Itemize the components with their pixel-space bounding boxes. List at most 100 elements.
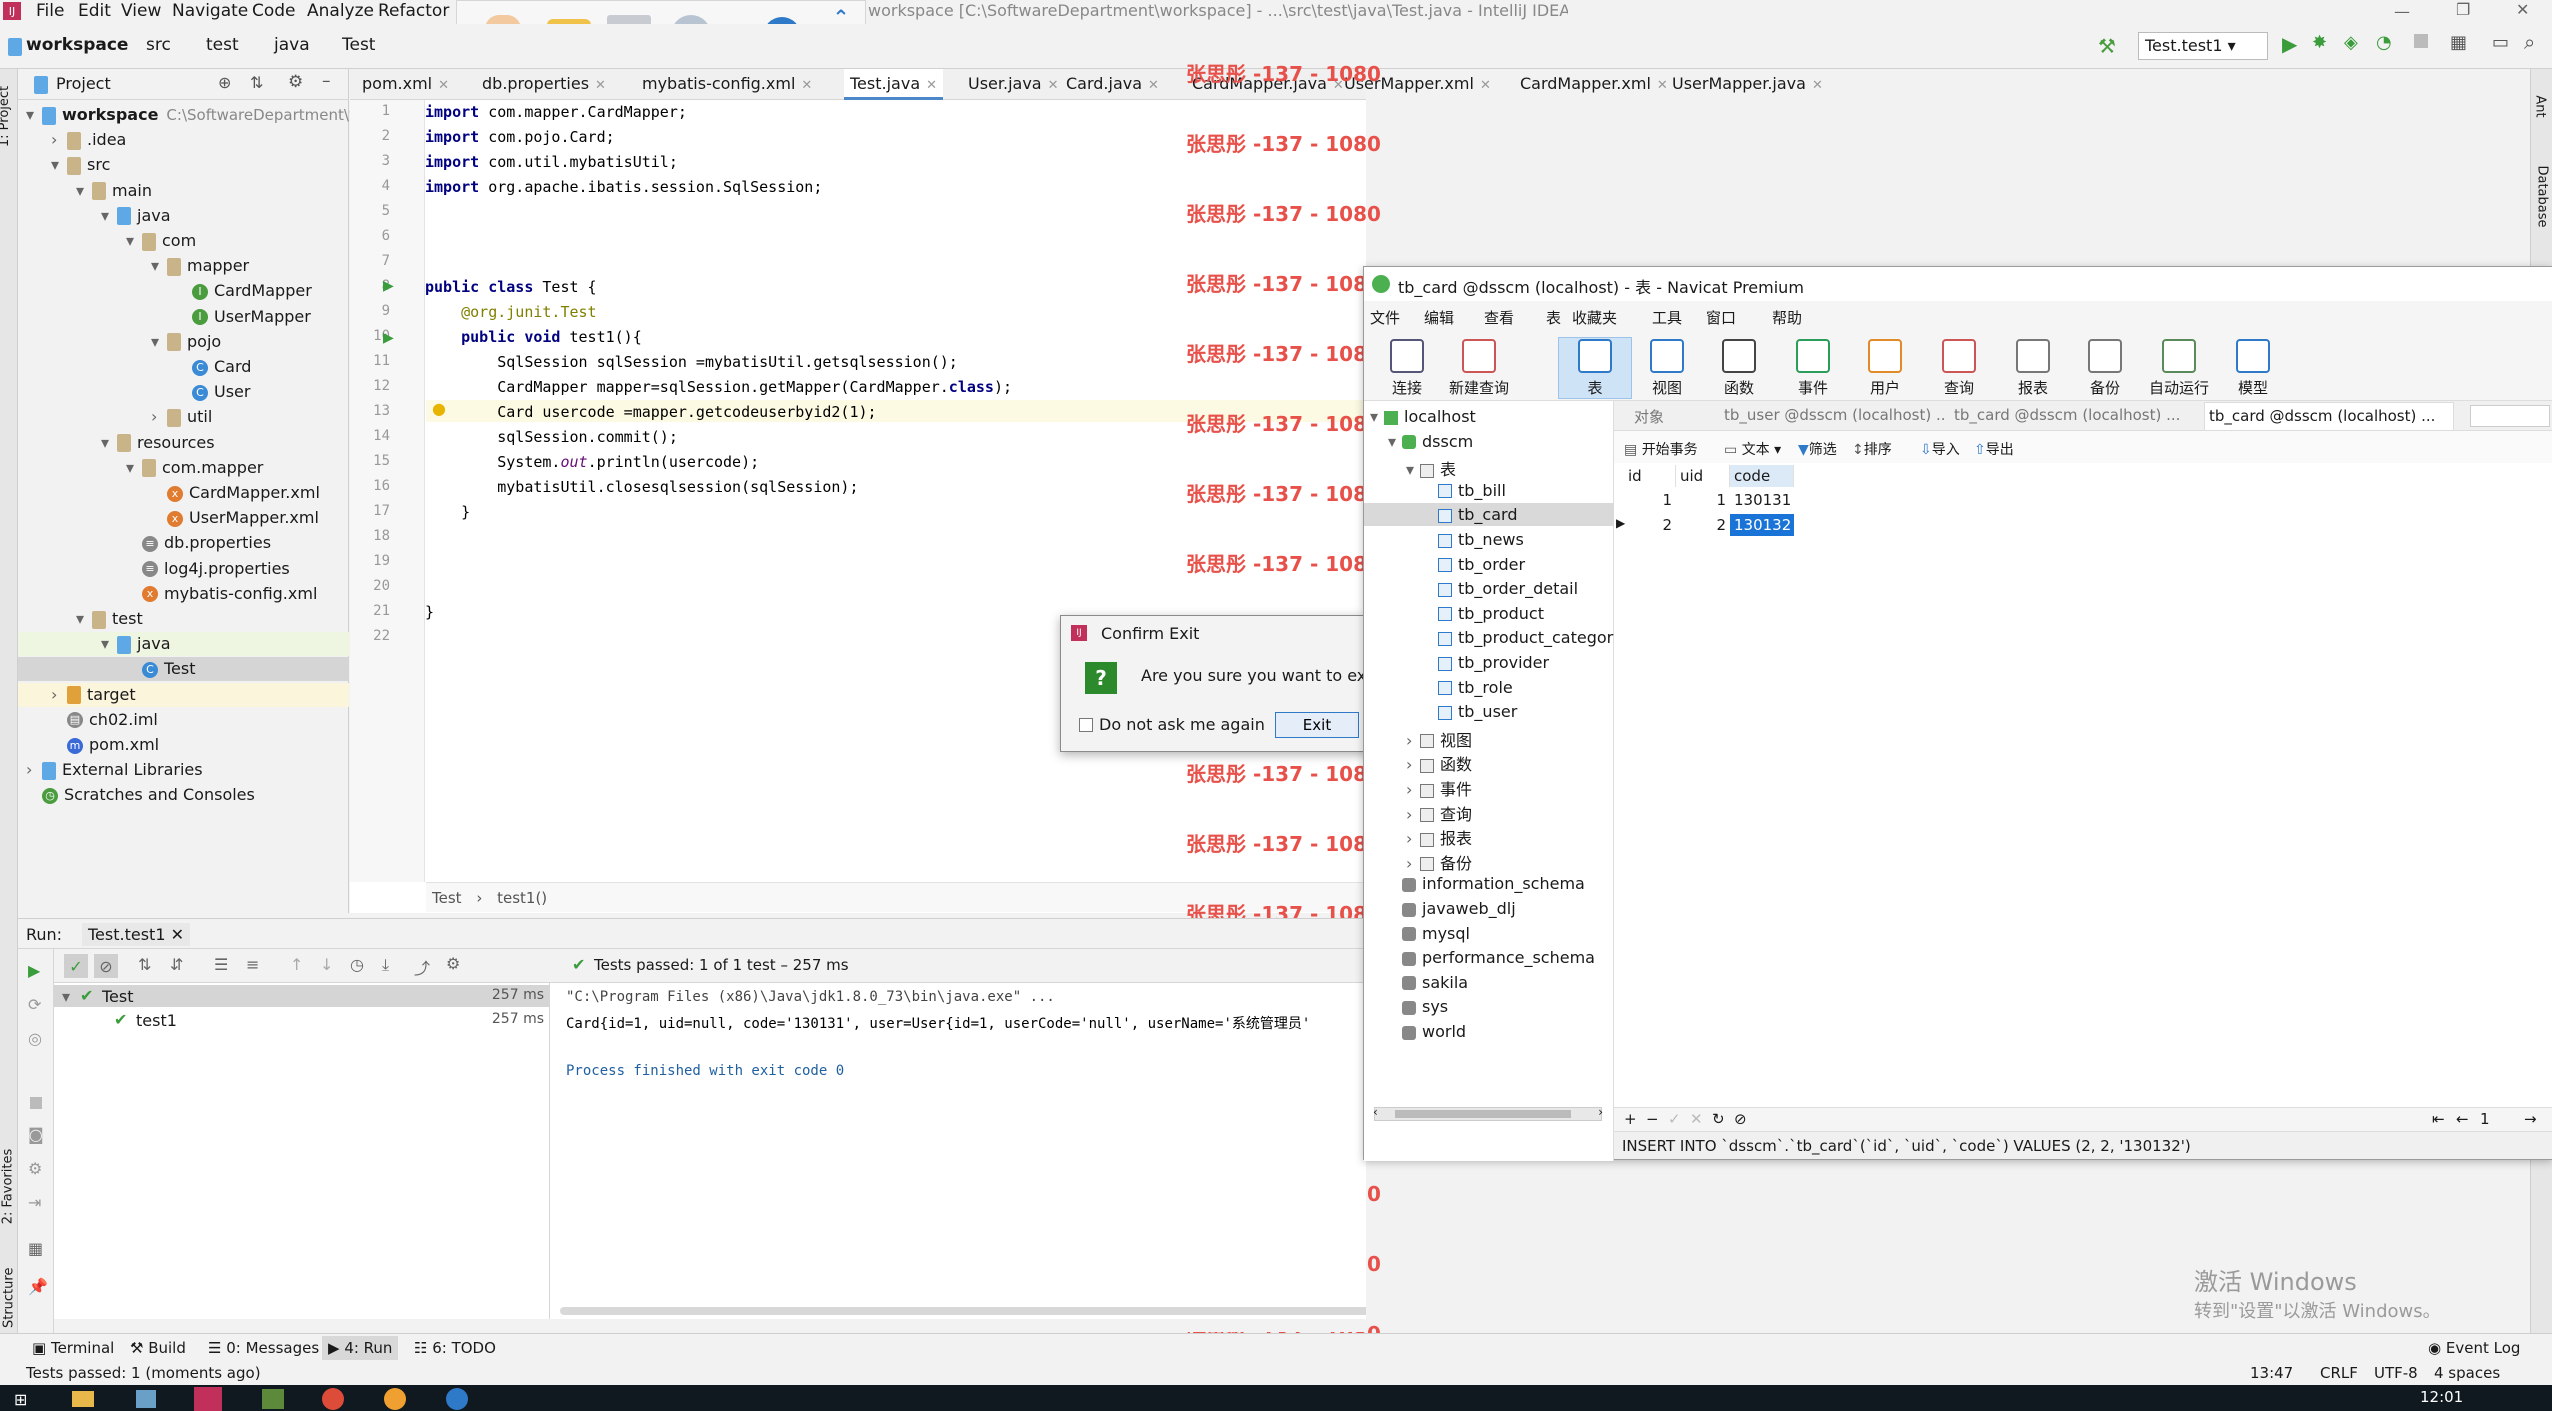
editor-tab[interactable]: mybatis-config.xml ✕ (642, 69, 812, 100)
caret-position[interactable]: 13:47 (2250, 1364, 2293, 1382)
editor-tab[interactable]: Test.java ✕ (844, 69, 944, 100)
sort-duration-icon[interactable]: ⇵ (170, 955, 183, 974)
navicat-tree-item[interactable]: › 报表 (1364, 823, 1614, 848)
windows-start-icon[interactable]: ⊞ (14, 1390, 27, 1409)
run-icon[interactable]: ▶ (2282, 32, 2297, 56)
close-tab-icon[interactable]: ✕ (438, 78, 449, 93)
expand-icon[interactable]: ☰ (214, 955, 228, 974)
automation-tool[interactable]: 自动运行 (2144, 339, 2214, 398)
tree-item-idea[interactable]: › .idea (18, 128, 349, 152)
close-tab-icon[interactable]: ✕ (801, 78, 812, 93)
tree-item-pom-xml[interactable]: m pom.xml (18, 733, 349, 757)
navicat-menu-item[interactable]: 编辑 (1424, 307, 1454, 328)
search-icon[interactable]: ⌕ (2524, 30, 2535, 54)
exit-icon[interactable]: ⇥ (28, 1193, 41, 1212)
tree-item-cardmapper[interactable]: I CardMapper (18, 279, 349, 303)
tree-item-mapper[interactable]: ▾ mapper (18, 254, 349, 278)
navicat-tree-item[interactable]: ▾ localhost (1364, 405, 1614, 428)
side-tab-project[interactable]: 1: Project (0, 86, 12, 147)
layout-run-icon[interactable]: ▦ (28, 1239, 43, 1258)
navicat-tree-item[interactable]: world (1364, 1020, 1614, 1043)
expand-arrow-icon[interactable]: ▾ (101, 634, 117, 653)
navicat-tree-item[interactable]: › 函数 (1364, 749, 1614, 774)
expand-arrow-icon[interactable]: ▾ (151, 256, 167, 275)
navicat-tree-item[interactable]: tb_provider (1364, 651, 1614, 674)
navicat-menu-item[interactable]: 收藏夹 (1572, 307, 1617, 328)
breadcrumb-workspace[interactable]: workspace (26, 35, 128, 55)
expand-arrow-icon[interactable]: ▾ (151, 332, 167, 351)
camera-icon[interactable]: ◙ (28, 1125, 44, 1144)
tree-scrollbar[interactable]: ‹ › (1373, 1105, 1603, 1121)
breadcrumb-java[interactable]: java (274, 35, 310, 55)
navicat-menu-item[interactable]: 工具 (1652, 307, 1682, 328)
history-icon[interactable]: ◷ (350, 955, 364, 974)
navicat-tree-item[interactable]: tb_card (1364, 503, 1614, 527)
run-tab[interactable]: Test.test1 ✕ (82, 923, 190, 946)
close-tab-icon[interactable]: ✕ (1812, 78, 1823, 93)
show-ignored-icon[interactable]: ⊘ (94, 954, 118, 978)
view-tool[interactable]: 视图 (1632, 339, 1702, 398)
app-icon[interactable] (136, 1390, 156, 1408)
backup-tool[interactable]: 备份 (2070, 339, 2140, 398)
filter-button[interactable]: ▼筛选 (1798, 439, 1837, 459)
tree-item-external-libraries[interactable]: › External Libraries (18, 758, 349, 782)
prev-page-icon[interactable]: ← (2456, 1110, 2469, 1128)
close-tab-icon[interactable]: ✕ (926, 78, 937, 93)
tree-item-user[interactable]: C User (18, 380, 349, 404)
text-button[interactable]: ▭ 文本 ▾ (1724, 439, 1781, 459)
sort-button[interactable]: ↕排序 (1852, 439, 1892, 459)
coverage-icon[interactable]: ◈ (2344, 32, 2358, 53)
export-icon[interactable]: ⤴ (414, 955, 430, 979)
debug-icon[interactable]: ✸ (2312, 32, 2327, 53)
navicat-tree-item[interactable]: tb_user (1364, 700, 1614, 723)
expand-arrow-icon[interactable]: › (151, 407, 167, 426)
locate-icon[interactable]: ⊕ (218, 73, 231, 92)
navicat-tree-item[interactable]: tb_order (1364, 553, 1614, 576)
tree-item-com-mapper[interactable]: ▾ com.mapper (18, 456, 349, 480)
console-output[interactable]: "C:\Program Files (x86)\Java\jdk1.8.0_73… (550, 983, 1366, 1319)
tree-item-log4j-properties[interactable]: ≡ log4j.properties (18, 557, 349, 581)
next-icon[interactable]: ↓ (320, 955, 333, 974)
show-passed-icon[interactable]: ✓ (64, 954, 88, 978)
navicat-tree-item[interactable]: › 事件 (1364, 774, 1614, 799)
editor-tab[interactable]: User.java ✕ (968, 69, 1059, 100)
begin-transaction-button[interactable]: ▤ 开始事务 (1624, 439, 1698, 459)
navicat-tree-item[interactable]: tb_role (1364, 676, 1614, 699)
navicat-tree-item[interactable]: tb_product_category (1364, 626, 1623, 649)
grid-cell[interactable]: 1 (1624, 489, 1676, 511)
explorer-icon[interactable] (72, 1391, 94, 1407)
refresh-icon[interactable]: ↻ (1712, 1110, 1725, 1128)
navicat-menu-item[interactable]: 窗口 (1706, 307, 1736, 328)
report-tool[interactable]: 报表 (1998, 339, 2068, 398)
column-header[interactable]: uid (1676, 465, 1730, 487)
stop-run-icon[interactable] (30, 1097, 42, 1109)
navicat-tree-item[interactable]: sys (1364, 995, 1614, 1018)
navicat-menu-item[interactable]: 文件 (1370, 307, 1400, 328)
run-config-select[interactable]: Test.test1 ▾ (2138, 32, 2268, 60)
build-tab[interactable]: ⚒ Build (130, 1339, 186, 1357)
run-gutter-icon[interactable]: ▶ (383, 278, 394, 294)
side-tab-favorites[interactable]: 2: Favorites (0, 1149, 15, 1225)
expand-arrow-icon[interactable]: ▾ (101, 206, 117, 225)
grid-cell[interactable]: 2 (1676, 514, 1730, 536)
breadcrumb-src[interactable]: src (146, 35, 171, 55)
stop-icon[interactable] (2414, 34, 2428, 48)
navicat-tree-item[interactable]: tb_order_detail (1364, 577, 1614, 600)
tree-item-src[interactable]: ▾ src (18, 153, 349, 177)
grid-cell[interactable]: 2 (1624, 514, 1676, 536)
tree-item-java[interactable]: ▾ java (18, 204, 349, 228)
discard-icon[interactable]: ✕ (1690, 1110, 1703, 1128)
table-tool[interactable]: 表 (1560, 339, 1630, 398)
next-page-icon[interactable]: → (2524, 1110, 2537, 1128)
navicat-menu-item[interactable]: 表 (1546, 307, 1561, 328)
expand-arrow-icon[interactable]: › (1406, 780, 1420, 799)
tree-item-mybatis-config[interactable]: x mybatis-config.xml (18, 582, 349, 606)
side-tab-database[interactable]: Database (2535, 165, 2550, 227)
test-row-suite[interactable]: ▾ ✔ Test 257 ms (54, 985, 550, 1007)
tree-item-card[interactable]: C Card (18, 355, 349, 379)
dont-ask-checkbox[interactable] (1079, 718, 1093, 732)
grid-cell[interactable]: 130131 (1730, 489, 1794, 511)
editor-crumb-method[interactable]: test1() (497, 889, 547, 907)
navicat-task-icon[interactable] (262, 1389, 284, 1409)
editor-tab[interactable]: CardMapper.xml ✕ (1520, 69, 1668, 100)
